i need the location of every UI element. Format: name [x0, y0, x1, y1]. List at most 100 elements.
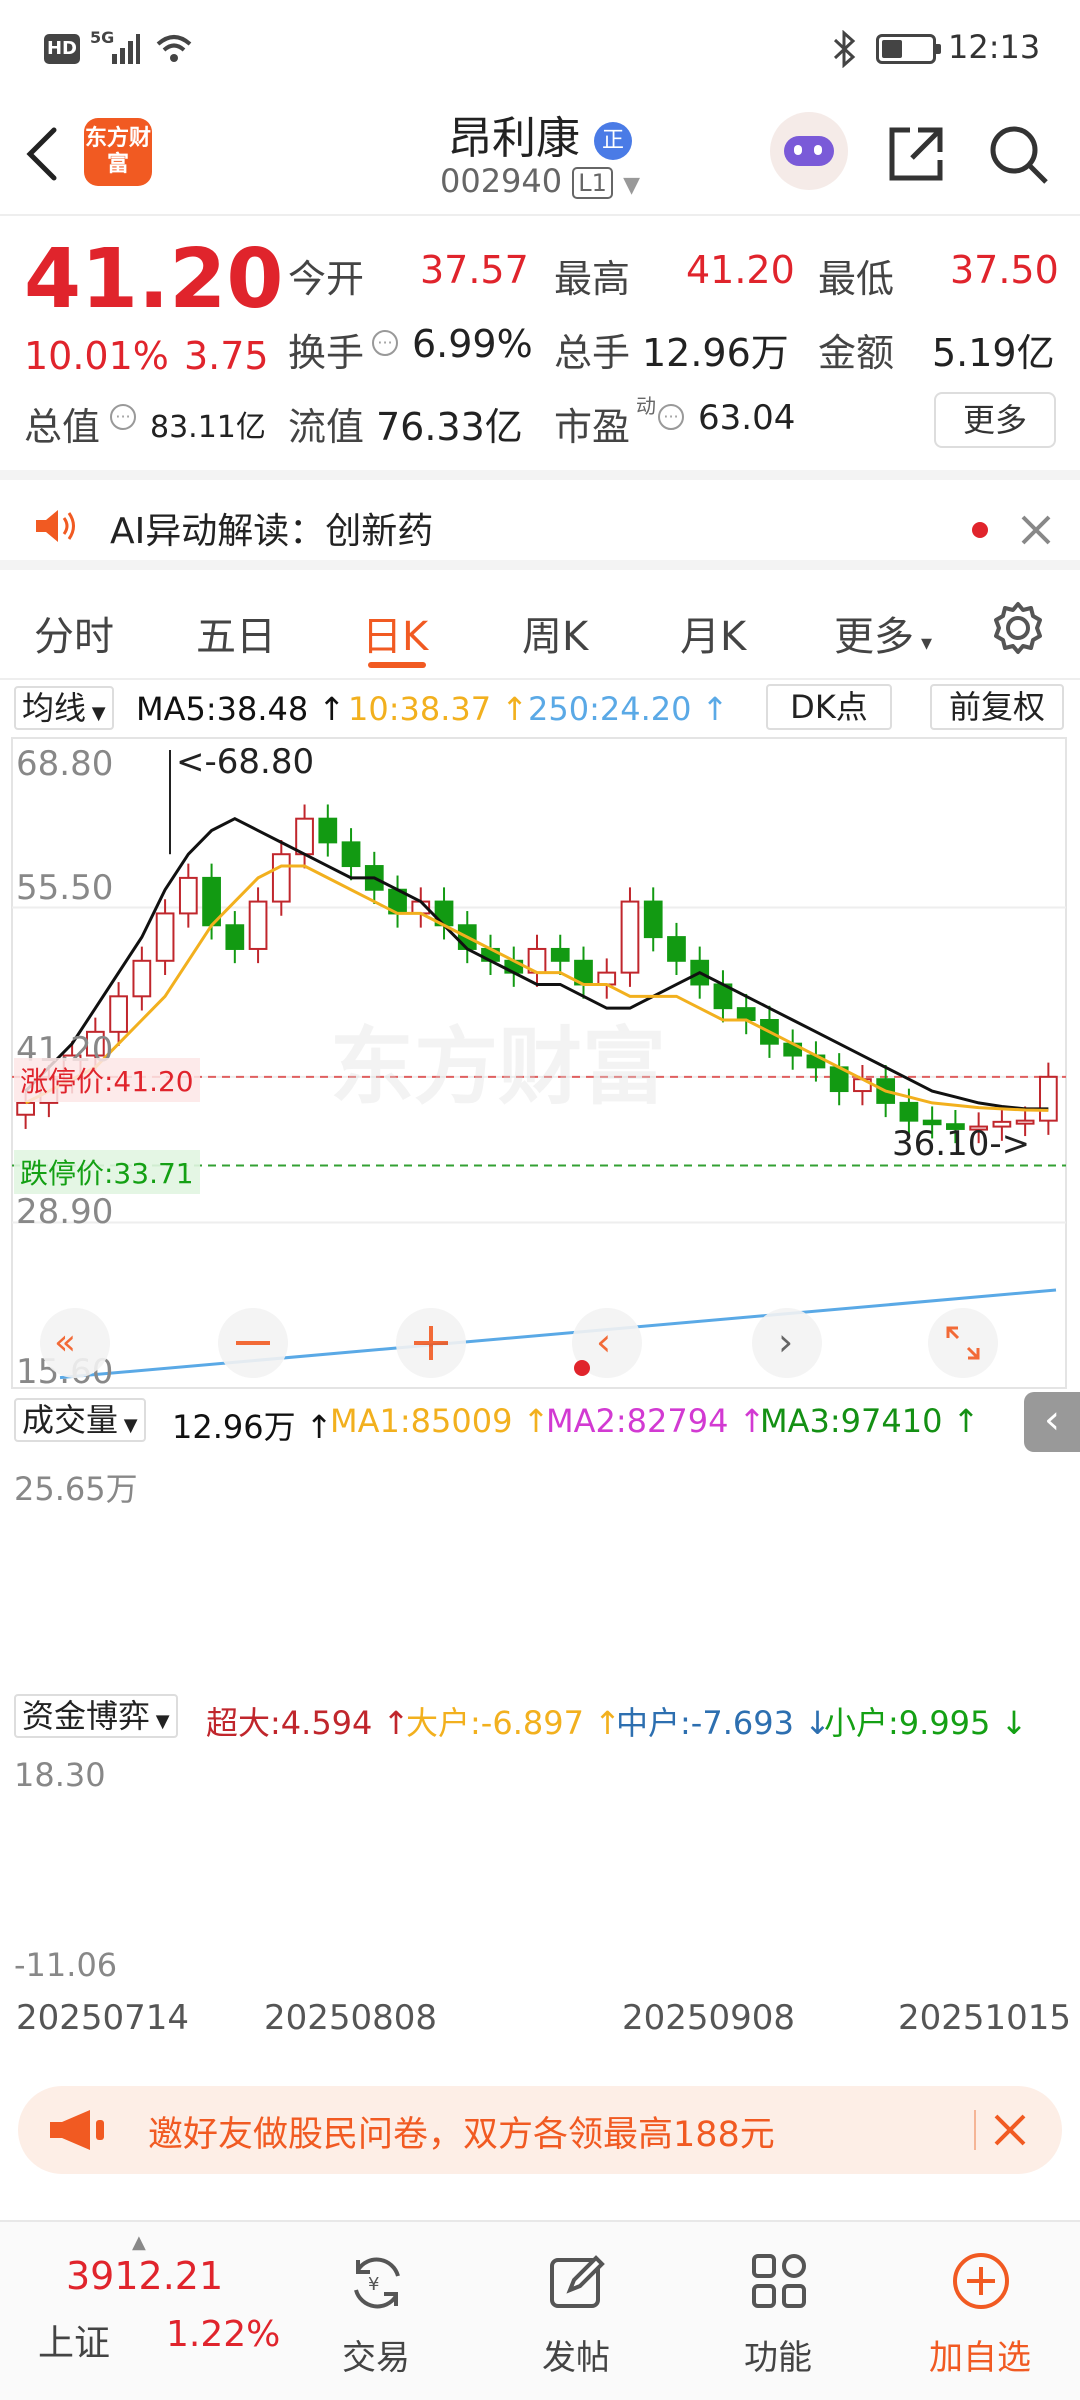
bluetooth-icon — [833, 30, 856, 68]
candle-down — [643, 900, 663, 939]
watermark: 东方财富 — [330, 1018, 667, 1116]
vol-ma2-legend: MA2:82794 ↑ — [546, 1402, 766, 1440]
scroll-left-fast-button[interactable]: « — [40, 1308, 110, 1378]
volume-label: 总手 — [554, 331, 631, 375]
candle-up — [155, 912, 175, 962]
candle-up — [178, 876, 198, 915]
index-quote[interactable]: ▲ 3912.21 上证 1.22% — [0, 2222, 300, 2400]
wifi-icon — [156, 35, 192, 62]
volume-select[interactable]: 成交量 ▼ — [14, 1398, 146, 1442]
collapse-panel-button[interactable]: ‹ — [1024, 1392, 1080, 1452]
candle-up — [295, 817, 314, 856]
volume-value: 12.96万 — [642, 331, 789, 375]
tab-daily-k[interactable]: 日K — [362, 604, 428, 662]
tab-more[interactable]: 更多 ▾ — [834, 604, 932, 662]
bottom-nav: ▲ 3912.21 上证 1.22% ¥ 交易 发帖 功能 加自选 — [0, 2220, 1080, 2400]
float-label: 流值 — [288, 405, 365, 449]
more-button[interactable]: 更多 — [934, 392, 1056, 448]
robot-avatar-icon[interactable] — [770, 112, 848, 190]
nav-functions-label: 功能 — [744, 2338, 812, 2378]
dropdown-icon: ▼ — [623, 173, 641, 198]
hd-badge: HD — [44, 34, 80, 64]
vol-ma1-legend: MA1:85009 ↑ — [330, 1402, 550, 1440]
large-fund-legend: 大户:-6.897 ↑ — [406, 1704, 621, 1742]
open-label: 今开 — [288, 257, 365, 301]
index-change: 1.22% — [166, 2314, 281, 2355]
mktcap-label: 总值 — [24, 405, 101, 449]
tab-five-day[interactable]: 五日 — [196, 604, 276, 662]
float-value: 76.33亿 — [376, 405, 523, 449]
active-tab-indicator — [368, 662, 426, 668]
candle-up — [109, 995, 128, 1033]
stock-header: 东方财富 昂利康 正 002940 L1 ▼ — [0, 96, 1080, 216]
period-tabs: 分时 五日 日K 周K 月K 更多 ▾ — [0, 580, 1080, 680]
info-icon[interactable]: ··· — [372, 330, 398, 356]
scroll-right-button[interactable]: › — [752, 1308, 822, 1378]
close-icon[interactable] — [1020, 514, 1052, 546]
ma-line-ma250 — [59, 1288, 1057, 1380]
low-value: 37.50 — [950, 248, 1059, 292]
zoom-out-button[interactable] — [218, 1308, 288, 1378]
tab-weekly-k[interactable]: 周K — [522, 604, 588, 662]
nav-add-watchlist-label: 加自选 — [929, 2338, 1031, 2378]
candle-up — [1039, 1075, 1058, 1122]
high-label: 最高 — [554, 257, 631, 301]
fullscreen-button[interactable] — [928, 1308, 998, 1378]
nav-trade-label: 交易 — [342, 2338, 410, 2378]
ai-insight-label: AI异动解读：创新药 — [110, 511, 434, 552]
amount-value: 5.19亿 — [932, 331, 1055, 375]
vol-ma3-legend: MA3:97410 ↑ — [760, 1402, 980, 1440]
x-date: 20250908 — [622, 1998, 796, 2038]
trade-icon: ¥ — [354, 2257, 400, 2309]
min-price-label: 36.10-> — [892, 1124, 1031, 1164]
pe-label: 市盈 — [554, 405, 631, 449]
change-percent: 10.01% — [24, 334, 169, 378]
candle-down — [550, 947, 570, 962]
open-value: 37.57 — [420, 248, 529, 292]
mid-fund-legend: 中户:-7.693 ↓ — [616, 1704, 831, 1742]
mktcap-value: 83.11亿 — [150, 410, 266, 445]
up-arrow-icon: ▲ — [132, 2232, 146, 2253]
edit-icon — [550, 2255, 605, 2308]
x-date: 20250714 — [16, 1998, 190, 2038]
x-date: 20251015 — [898, 1998, 1072, 2038]
info-icon[interactable]: ··· — [110, 404, 136, 430]
change-amount: 3.75 — [184, 334, 269, 378]
level-badge: L1 — [572, 167, 613, 199]
info-icon[interactable]: ··· — [658, 404, 684, 430]
candle-down — [667, 936, 686, 962]
ai-insight-row[interactable]: AI异动解读：创新药 — [0, 470, 1080, 570]
fund-select[interactable]: 资金博弈 ▼ — [14, 1694, 178, 1738]
add-circle-icon — [953, 2253, 1009, 2309]
close-icon[interactable] — [990, 2110, 1030, 2150]
status-bar: HD 5G 12:13 — [0, 0, 1080, 96]
zoom-in-button[interactable] — [396, 1308, 466, 1378]
candle-down — [318, 817, 338, 844]
low-label: 最低 — [818, 257, 895, 301]
clock: 12:13 — [948, 28, 1041, 66]
megaphone-icon — [50, 2110, 104, 2150]
nav-post-label: 发帖 — [542, 2338, 610, 2378]
divider — [974, 2110, 976, 2150]
volume-value: 12.96万 ↑ — [172, 1408, 333, 1446]
candle-down — [899, 1101, 919, 1122]
amount-label: 金额 — [818, 331, 895, 375]
fund-y-min: -11.06 — [14, 1946, 118, 1984]
tab-monthly-k[interactable]: 月K — [680, 604, 746, 662]
grid-icon — [752, 2254, 806, 2308]
y-tick: 55.50 — [16, 868, 114, 908]
candle-down — [225, 924, 245, 950]
candle-down — [341, 841, 361, 868]
tab-intraday[interactable]: 分时 — [34, 604, 114, 662]
candle-up — [248, 900, 268, 950]
candle-up — [597, 971, 617, 986]
limit-up-label: 涨停价:41.20 — [14, 1058, 200, 1102]
search-icon[interactable] — [986, 122, 1052, 188]
share-icon[interactable] — [884, 122, 948, 186]
gear-icon[interactable] — [990, 600, 1046, 656]
x-date: 20250808 — [264, 1998, 438, 2038]
max-price-label: <-68.80 — [176, 742, 315, 782]
promo-banner[interactable]: 邀好友做股民问卷，双方各领最高188元 — [18, 2086, 1062, 2174]
index-name: 上证 — [38, 2323, 111, 2364]
position-dot — [574, 1360, 590, 1376]
